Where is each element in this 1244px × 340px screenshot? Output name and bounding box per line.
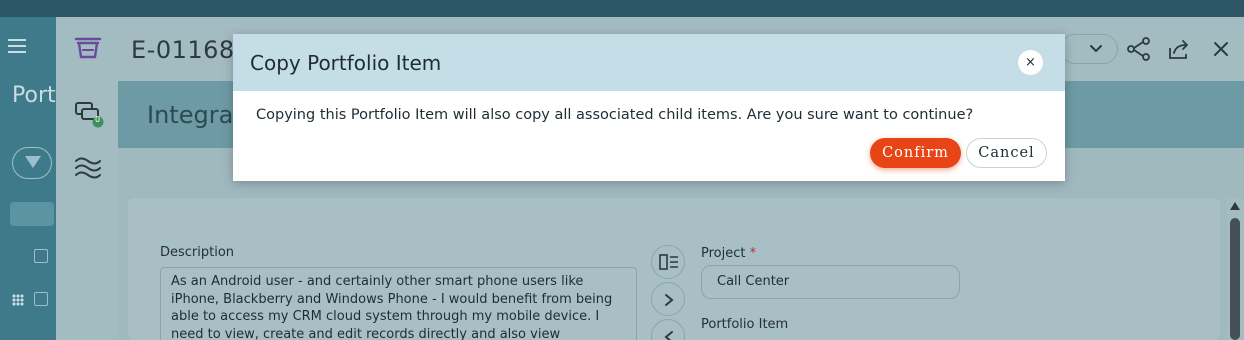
copy-portfolio-dialog: Copy Portfolio Item × Copying this Portf…: [233, 34, 1065, 181]
list-title: Port: [12, 83, 56, 108]
chevron-right-icon: [665, 294, 674, 306]
dialog-title: Copy Portfolio Item: [250, 51, 442, 75]
dialog-message: Copying this Portfolio Item will also co…: [256, 107, 974, 123]
item-title: Integrat: [147, 101, 243, 129]
project-label: Project *: [701, 246, 756, 261]
expand-right-button[interactable]: [651, 282, 685, 316]
layout-icon[interactable]: [651, 245, 685, 279]
chat-badge: 0: [95, 115, 101, 124]
required-mark: *: [749, 246, 757, 261]
filter-icon[interactable]: [12, 147, 52, 179]
waves-icon[interactable]: [72, 151, 104, 183]
top-bar: [0, 0, 1244, 17]
filter-chip[interactable]: [10, 202, 54, 226]
row-checkbox[interactable]: [34, 249, 48, 263]
scroll-up-icon[interactable]: [1230, 202, 1240, 210]
project-label-text: Project: [701, 246, 746, 261]
chevron-down-icon: [1090, 45, 1102, 53]
detail-rail: 0: [56, 17, 118, 340]
scroll-thumb[interactable]: [1230, 218, 1240, 340]
status-dropdown[interactable]: [1060, 34, 1118, 64]
dialog-close-button[interactable]: ×: [1018, 50, 1043, 75]
scrollbar[interactable]: [1226, 198, 1244, 340]
cancel-button[interactable]: Cancel: [966, 138, 1047, 168]
description-label: Description: [160, 245, 235, 260]
confirm-button[interactable]: Confirm: [870, 138, 961, 168]
close-icon: ×: [1025, 55, 1036, 70]
chat-icon[interactable]: 0: [72, 99, 104, 131]
inbox-icon[interactable]: [72, 31, 104, 63]
drag-handle-icon[interactable]: [12, 294, 24, 306]
description-field[interactable]: As an Android user - and certainly other…: [160, 267, 637, 340]
row-checkbox[interactable]: [34, 292, 48, 306]
share-icon[interactable]: [1126, 36, 1152, 62]
chevron-left-icon: [664, 331, 673, 340]
record-id: E-01168: [131, 36, 235, 64]
export-icon[interactable]: [1166, 36, 1192, 62]
portfolio-item-label: Portfolio Item: [701, 317, 789, 332]
list-panel: Port: [0, 17, 56, 340]
dialog-header: Copy Portfolio Item ×: [233, 34, 1065, 91]
project-field[interactable]: Call Center: [701, 265, 960, 299]
hamburger-icon[interactable]: [8, 39, 26, 53]
close-icon[interactable]: [1212, 40, 1230, 58]
